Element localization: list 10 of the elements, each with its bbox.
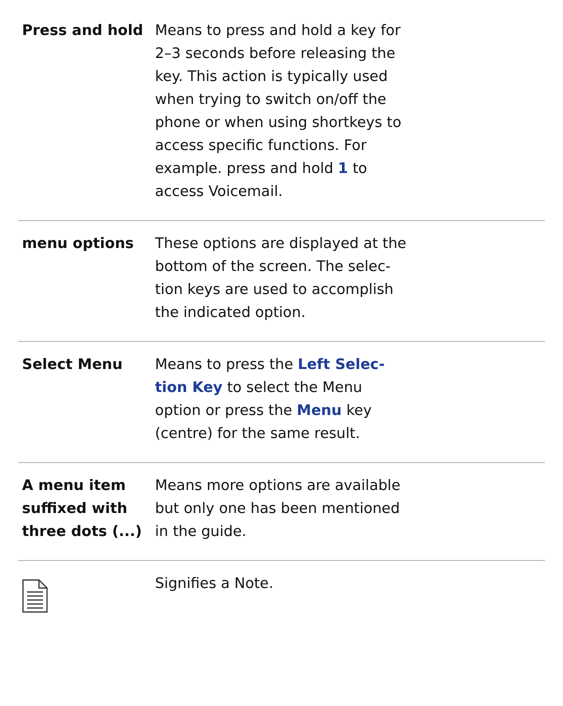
description-text: Means to press the Left Selec- tion Key to select the Menu option or press the Menu key (centre) for the same result. [155,356,386,444]
description-text: Signifies a Note. [155,575,274,594]
term-label: menu options [22,235,134,254]
description-text: Means to press and hold a key for 2–3 seconds before releasing the key. This action is typically used when trying to switch on/off the phone or when using shortkeys to access specific functions. For example. press and hold 1 to access Voicemail. [155,22,402,202]
description-text: These options are displayed at the bottom of the screen. The selec- tion keys are used to accomplish the indicated option. [155,235,408,323]
description-text: Means more options are available but only one has been mentioned in the guide. [155,477,402,542]
term-label: A menu item suffixed with three dots (...) [22,477,142,542]
term-label: Press and hold [22,22,144,41]
term-label: Select Menu [22,356,123,375]
note-icon [22,579,48,613]
